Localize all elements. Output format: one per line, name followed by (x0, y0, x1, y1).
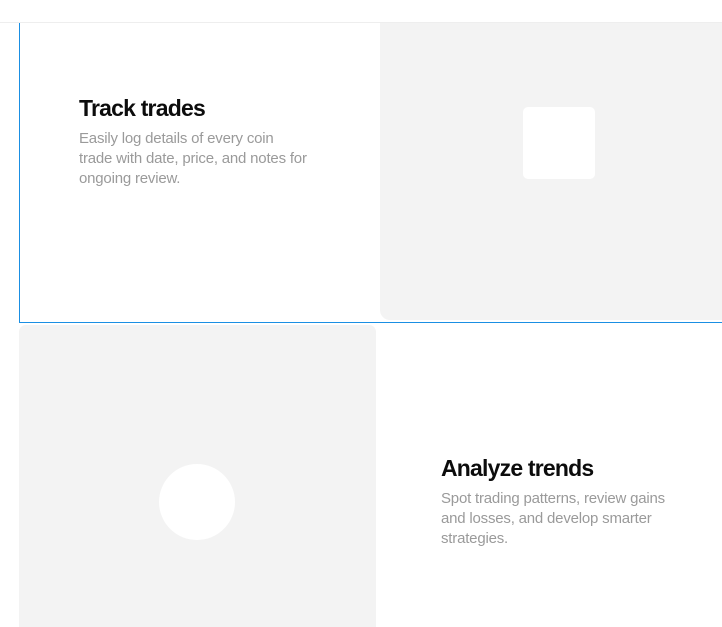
features-section: Track trades Easily log details of every… (0, 0, 722, 627)
feature-description: Easily log details of every coin trade w… (79, 130, 307, 187)
feature-text-analyze-trends: Analyze trends Spot trading patterns, re… (441, 454, 671, 549)
feature-row-track-trades: Track trades Easily log details of every… (19, 23, 722, 323)
feature-row-analyze-trends: Analyze trends Spot trading patterns, re… (19, 323, 722, 627)
feature-title: Track trades (79, 95, 206, 121)
feature-media-track-trades (380, 23, 722, 320)
feature-text-track-trades: Track trades Easily log details of every… (79, 94, 309, 189)
image-placeholder-circle (159, 464, 235, 540)
feature-description: Spot trading patterns, review gains and … (441, 490, 665, 547)
feature-media-analyze-trends (19, 325, 376, 627)
image-placeholder-square (523, 107, 595, 179)
feature-title: Analyze trends (441, 455, 594, 481)
